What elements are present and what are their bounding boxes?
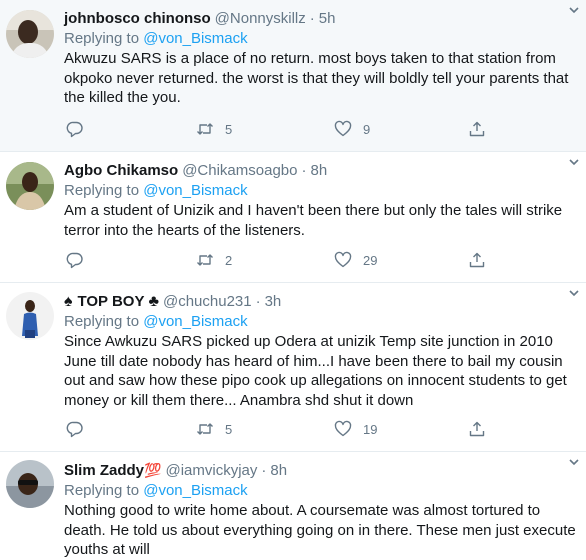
spade-symbol: ♠: [64, 293, 73, 310]
avatar[interactable]: [6, 292, 54, 340]
retweet-button[interactable]: 5: [196, 120, 232, 138]
display-name[interactable]: TOP BOY: [78, 292, 145, 311]
share-icon: [469, 252, 485, 268]
avatar[interactable]: [6, 162, 54, 210]
timestamp[interactable]: 5h: [319, 9, 336, 28]
separator: ·: [255, 293, 261, 310]
replying-prefix: Replying to: [64, 482, 140, 499]
mention-link[interactable]: @von_Bismack: [143, 482, 247, 499]
avatar[interactable]: [6, 460, 54, 508]
replying-prefix: Replying to: [64, 313, 140, 330]
reply-button[interactable]: [66, 251, 84, 269]
chevron-down-icon[interactable]: [568, 156, 580, 168]
timestamp[interactable]: 3h: [265, 292, 282, 311]
timestamp[interactable]: 8h: [310, 161, 327, 180]
chevron-down-icon[interactable]: [568, 287, 580, 299]
tweet-text: Am a student of Unizik and I haven't bee…: [64, 202, 563, 239]
replying-to: Replying to @von_Bismack: [64, 312, 578, 331]
share-icon: [469, 121, 485, 137]
user-handle[interactable]: @Nonnyskillz: [215, 9, 306, 28]
retweet-count: 5: [225, 121, 233, 137]
heart-icon: [334, 120, 352, 137]
timestamp[interactable]: 8h: [270, 461, 287, 480]
avatar[interactable]: [6, 10, 54, 58]
share-icon: [469, 421, 485, 437]
user-handle[interactable]: @iamvickyjay: [165, 461, 257, 480]
club-symbol: ♣: [148, 293, 159, 310]
chevron-down-icon[interactable]: [568, 4, 580, 16]
reply-icon: [66, 252, 83, 269]
chevron-down-icon[interactable]: [568, 456, 580, 468]
retweet-icon: [197, 254, 213, 266]
tweet-text: Akwuzu SARS is a place of no return. mos…: [64, 50, 569, 106]
tweet-text: Since Awkuzu SARS picked up Odera at uni…: [64, 333, 567, 409]
reply-icon: [66, 421, 83, 438]
replying-to: Replying to @von_Bismack: [64, 29, 578, 48]
reply-button[interactable]: [66, 420, 84, 438]
separator: ·: [309, 10, 315, 27]
mention-link[interactable]: @von_Bismack: [143, 313, 247, 330]
replying-prefix: Replying to: [64, 30, 140, 47]
display-name[interactable]: Slim Zaddy: [64, 461, 144, 480]
separator: ·: [301, 162, 307, 179]
retweet-count: 5: [225, 421, 233, 437]
share-button[interactable]: [468, 420, 486, 438]
mention-link[interactable]: @von_Bismack: [143, 182, 247, 199]
like-count: 29: [363, 252, 378, 268]
heart-icon: [334, 420, 352, 437]
separator: ·: [261, 462, 267, 479]
share-button[interactable]: [468, 251, 486, 269]
like-button[interactable]: 9: [334, 120, 370, 138]
share-button[interactable]: [468, 120, 486, 138]
tweet[interactable]: Slim Zaddy 💯 @iamvickyjay · 8h Replying …: [0, 452, 586, 560]
hundred-emoji: 💯: [144, 462, 162, 478]
replying-to: Replying to @von_Bismack: [64, 481, 578, 500]
replying-prefix: Replying to: [64, 182, 140, 199]
heart-icon: [334, 251, 352, 268]
replying-to: Replying to @von_Bismack: [64, 181, 578, 200]
tweet[interactable]: Agbo Chikamso @Chikamsoagbo · 8h Replyin…: [0, 152, 586, 283]
tweet[interactable]: johnbosco chinonso @Nonnyskillz · 5h Rep…: [0, 0, 586, 152]
retweet-count: 2: [225, 252, 233, 268]
retweet-icon: [197, 423, 213, 435]
like-count: 19: [363, 421, 378, 437]
retweet-icon: [197, 123, 213, 135]
tweet[interactable]: ♠ TOP BOY ♣ @chuchu231 · 3h Replying to …: [0, 283, 586, 452]
tweet-text: Nothing good to write home about. A cour…: [64, 502, 576, 558]
reply-button[interactable]: [66, 120, 84, 138]
retweet-button[interactable]: 2: [196, 251, 232, 269]
mention-link[interactable]: @von_Bismack: [143, 30, 247, 47]
user-handle[interactable]: @chuchu231: [163, 292, 252, 311]
like-button[interactable]: 29: [334, 251, 377, 269]
like-button[interactable]: 19: [334, 420, 377, 438]
like-count: 9: [363, 121, 371, 137]
retweet-button[interactable]: 5: [196, 420, 232, 438]
reply-icon: [66, 121, 83, 138]
user-handle[interactable]: @Chikamsoagbo: [182, 161, 297, 180]
display-name[interactable]: johnbosco chinonso: [64, 9, 211, 28]
display-name[interactable]: Agbo Chikamso: [64, 161, 178, 180]
